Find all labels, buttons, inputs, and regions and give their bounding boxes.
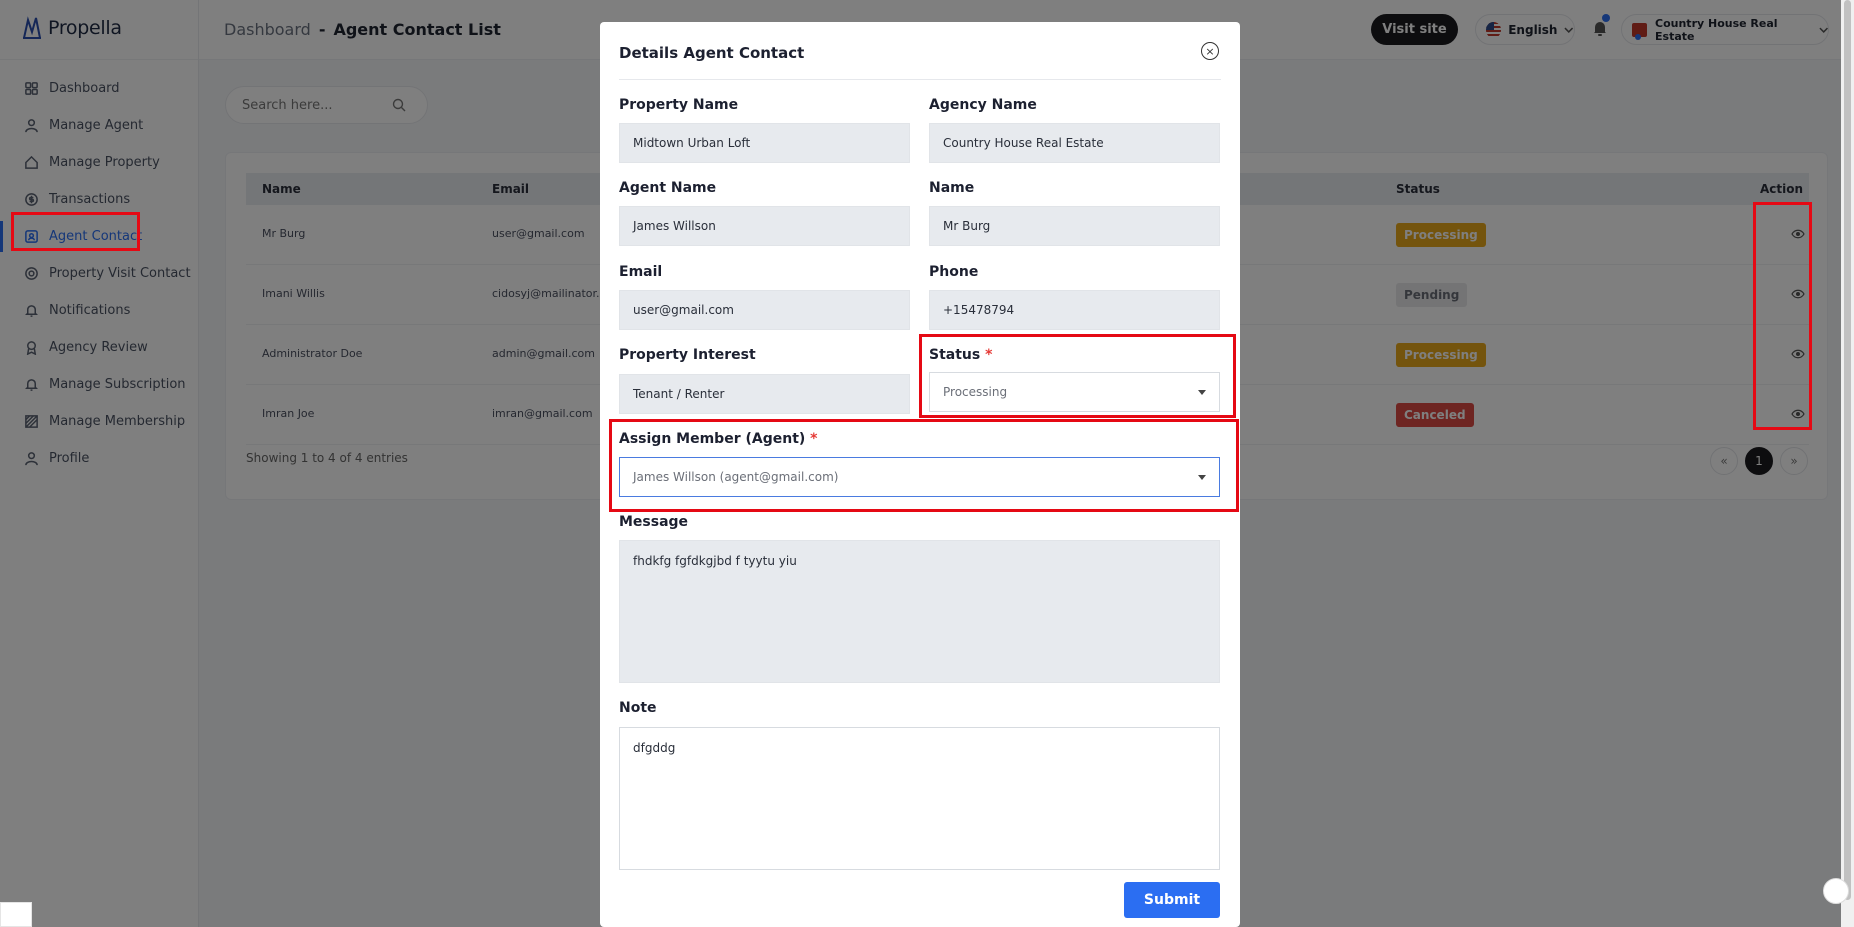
annotation-box bbox=[919, 334, 1236, 418]
modal-divider bbox=[619, 79, 1221, 80]
name-field[interactable]: Mr Burg bbox=[929, 206, 1220, 246]
agent-name-field[interactable]: James Willson bbox=[619, 206, 910, 246]
property-interest-field[interactable]: Tenant / Renter bbox=[619, 374, 910, 414]
note-label: Note bbox=[619, 700, 657, 716]
agent-name-label: Agent Name bbox=[619, 180, 717, 196]
property-interest-label: Property Interest bbox=[619, 347, 756, 363]
agency-name-field[interactable]: Country House Real Estate bbox=[929, 123, 1220, 163]
scrollbar-thumb[interactable] bbox=[1844, 0, 1851, 900]
message-textarea[interactable]: fhdkfg fgfdkgjbd f tyytu yiu bbox=[619, 540, 1220, 683]
email-field[interactable]: user@gmail.com bbox=[619, 290, 910, 330]
name-label: Name bbox=[929, 180, 975, 196]
page-scrollbar[interactable] bbox=[1841, 0, 1854, 927]
assistant-fab-icon[interactable] bbox=[1823, 878, 1849, 904]
note-textarea[interactable]: dfgddg bbox=[619, 727, 1220, 870]
phone-label: Phone bbox=[929, 264, 979, 280]
message-label: Message bbox=[619, 514, 689, 530]
close-icon[interactable]: × bbox=[1201, 42, 1219, 60]
property-name-label: Property Name bbox=[619, 97, 739, 113]
property-name-field[interactable]: Midtown Urban Loft bbox=[619, 123, 910, 163]
annotation-box bbox=[609, 419, 1239, 512]
annotation-box bbox=[1753, 202, 1812, 430]
debug-toolbar-icon[interactable] bbox=[0, 902, 32, 927]
annotation-box bbox=[11, 212, 140, 251]
email-label: Email bbox=[619, 264, 663, 280]
modal-title: Details Agent Contact bbox=[619, 44, 805, 62]
submit-button[interactable]: Submit bbox=[1124, 882, 1220, 918]
agency-name-label: Agency Name bbox=[929, 97, 1037, 113]
phone-field[interactable]: +15478794 bbox=[929, 290, 1220, 330]
